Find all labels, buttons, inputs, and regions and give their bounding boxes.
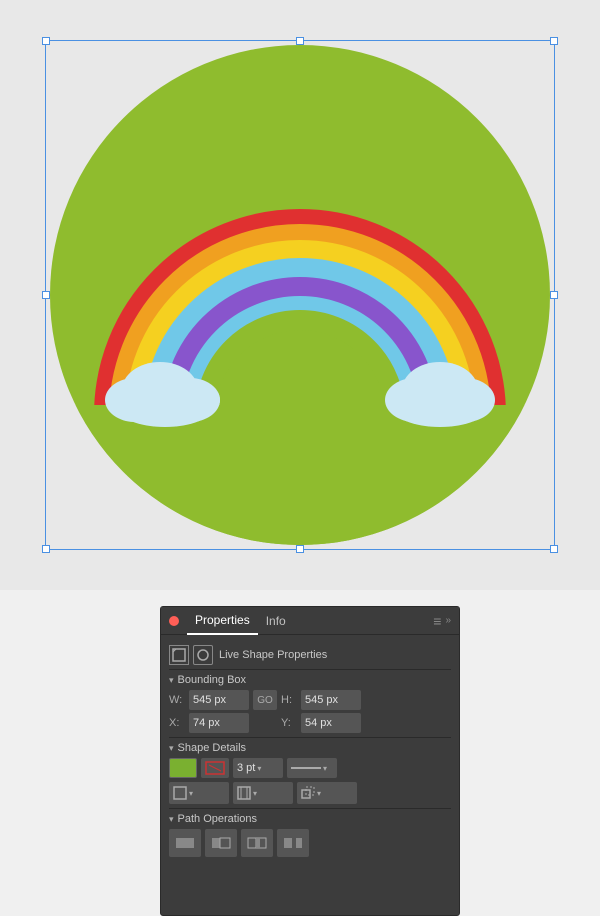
caret-transform-icon: ▾: [317, 789, 321, 798]
x-input[interactable]: [189, 713, 249, 733]
w-label: W:: [169, 694, 185, 706]
caret-icon: ▾: [257, 764, 261, 773]
chevron-shape-icon: ▾: [169, 743, 174, 754]
handle-middle-right[interactable]: [550, 291, 558, 299]
properties-panel: Properties Info ≡ » Live Shape Prop: [160, 606, 460, 916]
fill-color-swatch[interactable]: [169, 758, 197, 778]
path-ops-section-label: ▾ Path Operations: [169, 813, 451, 825]
align-dropdown[interactable]: ▾: [233, 782, 293, 804]
panel-menu-icon[interactable]: ≡: [433, 613, 441, 629]
handle-top-left[interactable]: [42, 37, 50, 45]
circle-icon[interactable]: [50, 45, 550, 545]
handle-bottom-left[interactable]: [42, 545, 50, 553]
w-input[interactable]: [189, 690, 249, 710]
caret-corners-icon: ▾: [189, 789, 193, 798]
controls-row: ▾ ▾ ▾: [169, 782, 451, 804]
caret-line-icon: ▾: [323, 764, 327, 773]
panel-header: Properties Info ≡ »: [161, 607, 459, 635]
wh-field-row: W: GO H:: [169, 690, 451, 710]
chevron-path-icon: ▾: [169, 814, 174, 825]
stroke-line-dropdown[interactable]: ▾: [287, 758, 337, 778]
panel-tabs: Properties Info: [187, 607, 433, 635]
canvas-area: [0, 0, 600, 590]
live-shape-row: Live Shape Properties: [169, 641, 451, 670]
handle-middle-left[interactable]: [42, 291, 50, 299]
close-button[interactable]: [169, 616, 179, 626]
h-label: H:: [281, 694, 297, 706]
link-proportions-button[interactable]: GO: [253, 690, 277, 710]
bounding-box-section-label: ▾ Bounding Box: [169, 674, 451, 686]
handle-bottom-right[interactable]: [550, 545, 558, 553]
handle-top-right[interactable]: [550, 37, 558, 45]
path-minus-front-button[interactable]: [205, 829, 237, 857]
transform-dropdown[interactable]: ▾: [297, 782, 357, 804]
y-label: Y:: [281, 717, 297, 729]
h-input[interactable]: [301, 690, 361, 710]
y-input[interactable]: [301, 713, 361, 733]
tab-properties[interactable]: Properties: [187, 607, 258, 635]
shape-details-row: 3 pt ▾ ▾: [169, 758, 451, 778]
path-ops-row: [169, 829, 451, 857]
divider-2: [169, 808, 451, 809]
stroke-size-dropdown[interactable]: 3 pt ▾: [233, 758, 283, 778]
x-label: X:: [169, 717, 185, 729]
shape-icon-box: [169, 645, 189, 665]
path-exclude-button[interactable]: [277, 829, 309, 857]
divider-1: [169, 737, 451, 738]
rainbow-svg: [50, 45, 550, 545]
xy-field-row: X: Y:: [169, 713, 451, 733]
stroke-icon[interactable]: [201, 758, 229, 778]
path-unite-button[interactable]: [169, 829, 201, 857]
expand-icon[interactable]: »: [445, 615, 451, 626]
shape-icon-circle: [193, 645, 213, 665]
corners-dropdown[interactable]: ▾: [169, 782, 229, 804]
tab-info[interactable]: Info: [258, 607, 294, 635]
panel-body: Live Shape Properties ▾ Bounding Box W: …: [161, 635, 459, 863]
live-shape-label: Live Shape Properties: [219, 649, 327, 661]
caret-align-icon: ▾: [253, 789, 257, 798]
handle-top-center[interactable]: [296, 37, 304, 45]
path-intersect-button[interactable]: [241, 829, 273, 857]
handle-bottom-center[interactable]: [296, 545, 304, 553]
shape-details-section-label: ▾ Shape Details: [169, 742, 451, 754]
chevron-icon: ▾: [169, 675, 174, 686]
